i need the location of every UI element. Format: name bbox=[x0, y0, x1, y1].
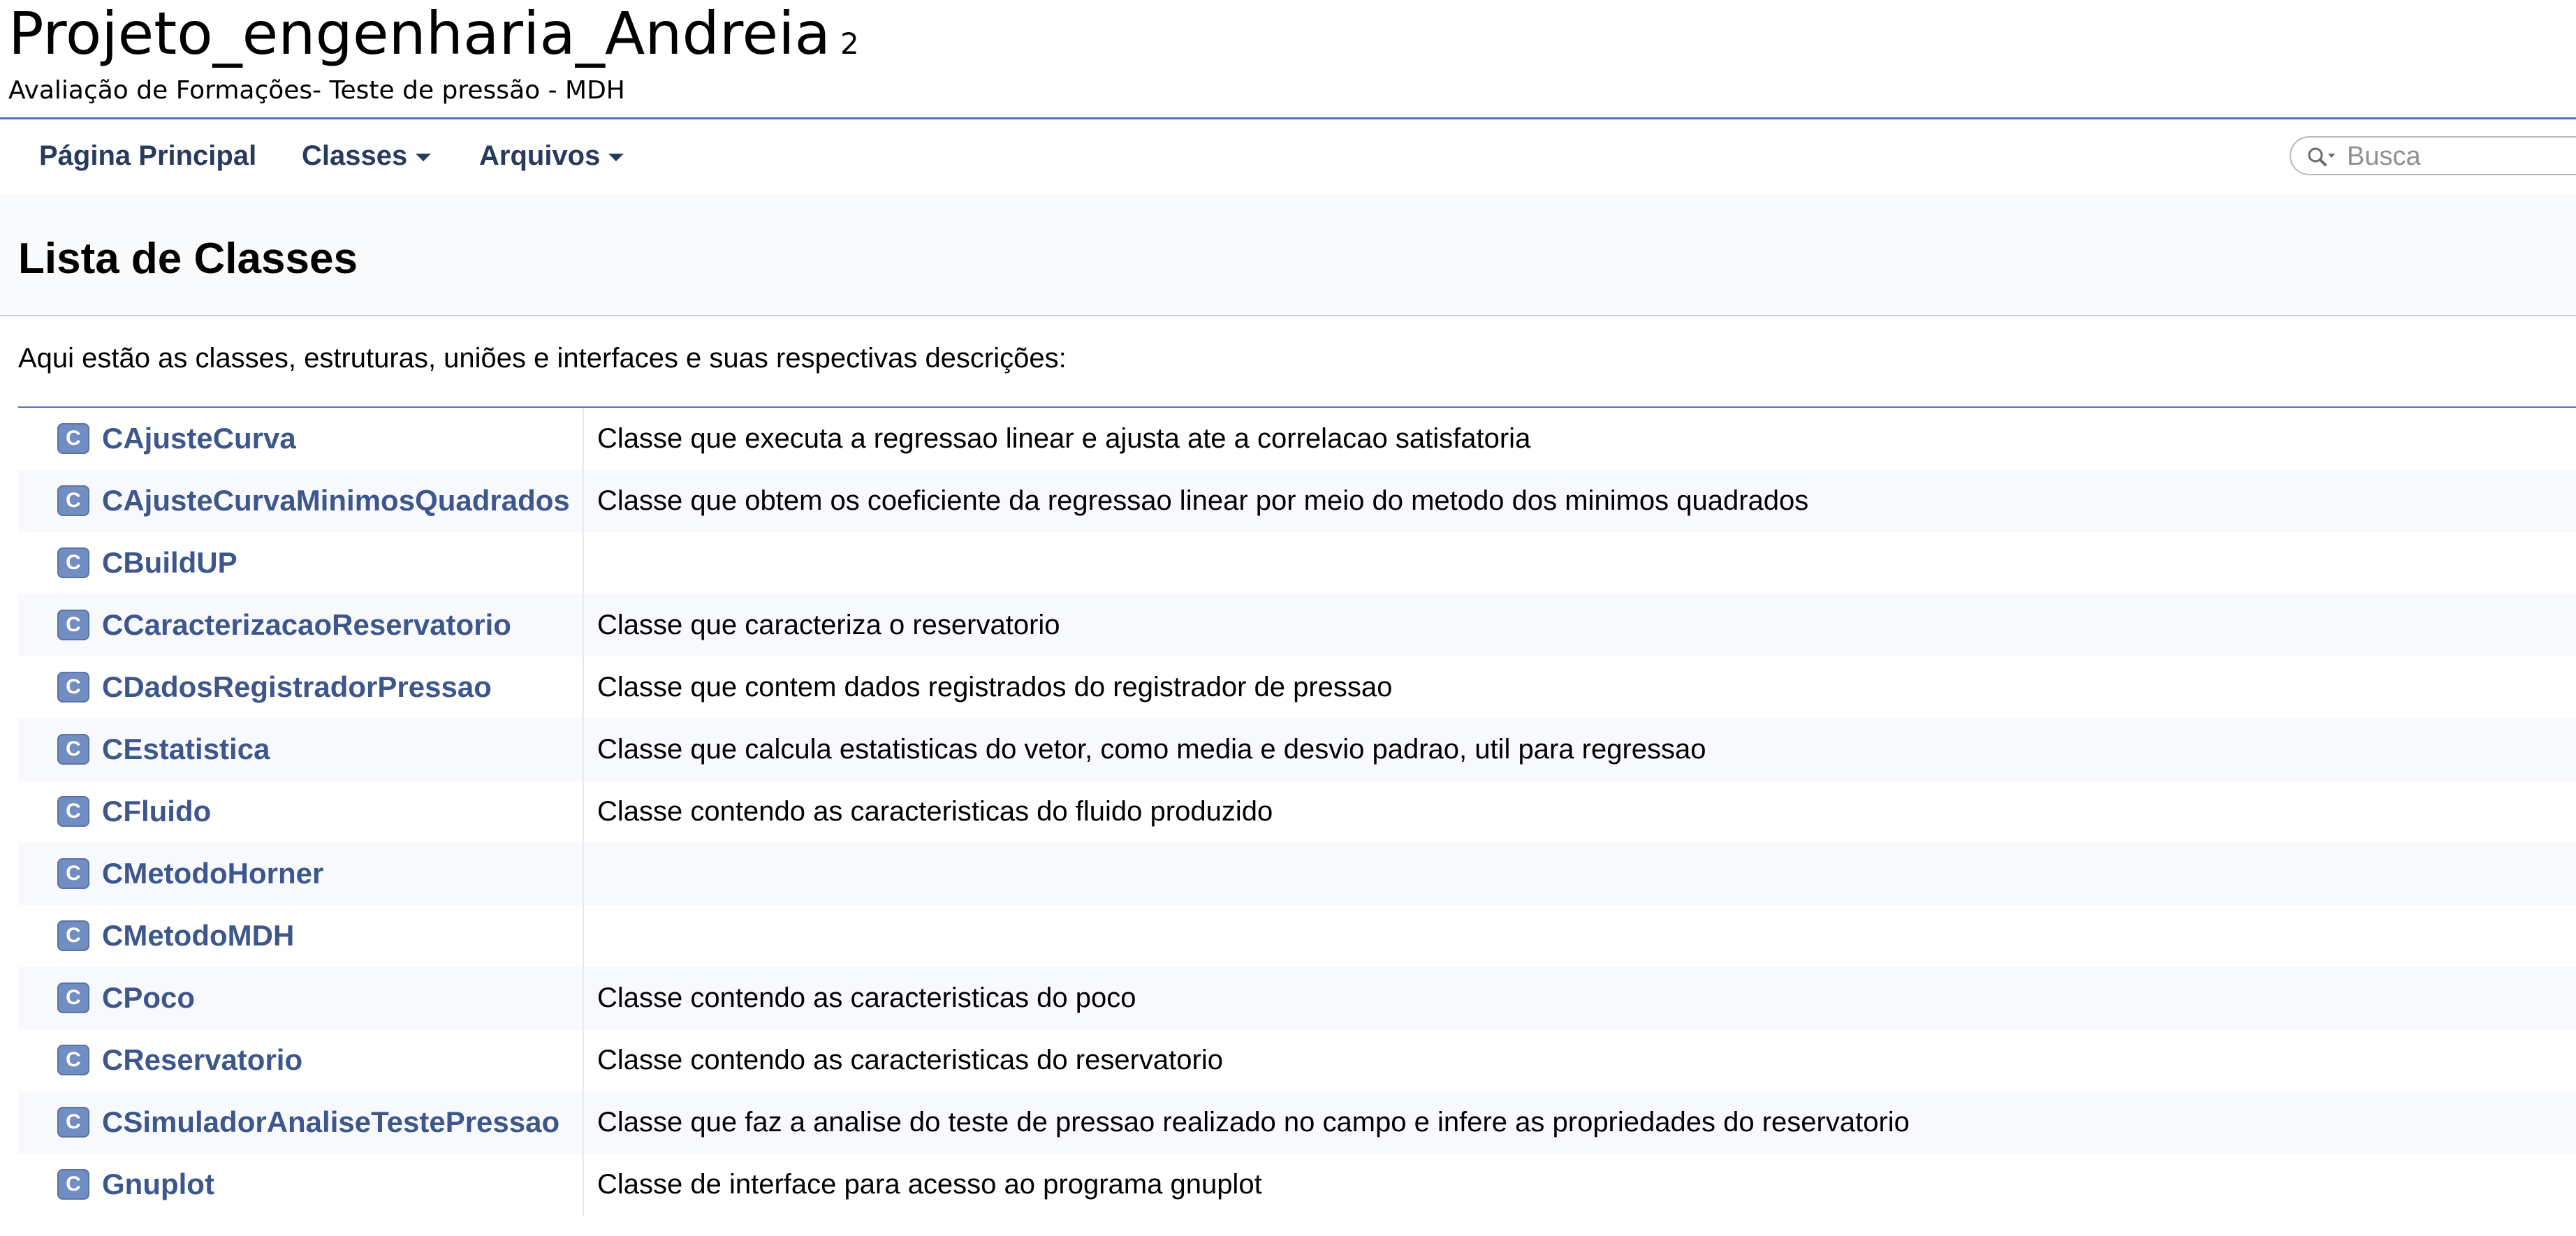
class-description: Classe contendo as caracteristicas do re… bbox=[597, 1045, 1223, 1075]
column-divider bbox=[583, 594, 584, 656]
class-icon: C bbox=[57, 610, 89, 640]
page-title: Lista de Classes bbox=[18, 235, 358, 283]
table-row: C CMetodoMDH bbox=[18, 905, 2576, 967]
class-description: Classe que calcula estatisticas do vetor… bbox=[597, 734, 1706, 765]
title-area: Projeto_engenharia_Andreia 2 Avaliação de… bbox=[0, 0, 2576, 119]
class-icon: C bbox=[57, 734, 89, 765]
table-row: C Gnuplot Classe de interface para acesso … bbox=[18, 1154, 2576, 1216]
class-link[interactable]: CCaracterizacaoReservatorio bbox=[102, 607, 511, 643]
class-entry: C CAjusteCurvaMinimosQuadrados bbox=[18, 470, 583, 532]
main-nav: Página Principal Classes Arquivos Busca bbox=[0, 119, 2576, 193]
class-description: Classe que obtem os coeficiente da regre… bbox=[597, 485, 1809, 516]
intro-text: Aqui estão as classes, estruturas, uniõe… bbox=[18, 343, 1067, 374]
column-divider bbox=[583, 1154, 584, 1216]
column-divider bbox=[583, 408, 584, 470]
class-entry: C CFluido bbox=[18, 781, 583, 843]
class-link[interactable]: CSimuladorAnaliseTestePressao bbox=[102, 1104, 559, 1140]
class-description: Classe que contem dados registrados do r… bbox=[597, 672, 1393, 702]
class-entry: C CCaracterizacaoReservatorio bbox=[18, 594, 583, 656]
class-icon: C bbox=[57, 858, 89, 889]
search-input[interactable]: Busca bbox=[2347, 140, 2421, 172]
nav-main-page[interactable]: Página Principal bbox=[39, 138, 256, 174]
nav-files-label: Arquivos bbox=[479, 140, 601, 171]
table-row: C CAjusteCurvaMinimosQuadrados Classe que … bbox=[18, 470, 2576, 532]
table-row: C CAjusteCurva Classe que executa a regres… bbox=[18, 408, 2576, 470]
table-row: C CEstatistica Classe que calcula estatist… bbox=[18, 719, 2576, 781]
class-description: Classe contendo as caracteristicas do po… bbox=[597, 983, 1136, 1013]
class-entry: C CReservatorio bbox=[18, 1029, 583, 1091]
class-link[interactable]: CMetodoMDH bbox=[102, 918, 294, 954]
search-box[interactable]: Busca bbox=[2290, 136, 2576, 175]
class-link[interactable]: CBuildUP bbox=[102, 545, 237, 581]
class-icon: C bbox=[57, 547, 89, 578]
table-row: C CFluido Classe contendo as caracteristic… bbox=[18, 781, 2576, 843]
column-divider bbox=[583, 1091, 584, 1154]
class-description: Classe que executa a regressao linear e … bbox=[597, 423, 1531, 454]
table-row: C CReservatorio Classe contendo as caracte… bbox=[18, 1029, 2576, 1091]
column-divider bbox=[583, 470, 584, 532]
column-divider bbox=[583, 656, 584, 719]
chevron-down-icon bbox=[416, 153, 432, 161]
class-icon: C bbox=[57, 1169, 89, 1200]
nav-classes-menu[interactable]: Classes bbox=[302, 138, 432, 174]
class-icon: C bbox=[57, 672, 89, 702]
class-link[interactable]: CPoco bbox=[102, 980, 195, 1016]
class-icon: C bbox=[57, 485, 89, 516]
chevron-down-icon bbox=[608, 153, 624, 161]
class-entry: C CPoco bbox=[18, 967, 583, 1029]
class-icon: C bbox=[57, 920, 89, 951]
column-divider bbox=[583, 532, 584, 594]
table-row: C CCaracterizacaoReservatorio Classe que c… bbox=[18, 594, 2576, 656]
table-row: C CMetodoHorner bbox=[18, 843, 2576, 905]
project-number: 2 bbox=[840, 27, 859, 61]
nav-classes-label: Classes bbox=[302, 140, 408, 171]
nav-files-menu[interactable]: Arquivos bbox=[479, 138, 624, 174]
class-description: Classe de interface para acesso ao progr… bbox=[597, 1169, 1262, 1200]
column-divider bbox=[583, 905, 584, 967]
class-icon: C bbox=[57, 1045, 89, 1075]
class-entry: C CBuildUP bbox=[18, 532, 583, 594]
class-link[interactable]: CDadosRegistradorPressao bbox=[102, 669, 492, 705]
class-link[interactable]: CFluido bbox=[102, 793, 211, 830]
column-divider bbox=[583, 781, 584, 843]
search-icon[interactable] bbox=[2306, 146, 2337, 168]
class-link[interactable]: CAjusteCurva bbox=[102, 420, 296, 457]
column-divider bbox=[583, 1029, 584, 1091]
class-icon: C bbox=[57, 796, 89, 827]
class-link[interactable]: CReservatorio bbox=[102, 1042, 302, 1078]
table-row: C CSimuladorAnaliseTestePressao Classe que… bbox=[18, 1091, 2576, 1154]
class-link[interactable]: CEstatistica bbox=[102, 731, 270, 767]
project-name-text: Projeto_engenharia_Andreia bbox=[8, 0, 831, 68]
class-link[interactable]: CAjusteCurvaMinimosQuadrados bbox=[102, 483, 570, 519]
class-entry: C CMetodoMDH bbox=[18, 905, 583, 967]
class-description: Classe que caracteriza o reservatorio bbox=[597, 610, 1060, 640]
class-list-table: C CAjusteCurva Classe que executa a regres… bbox=[18, 406, 2576, 1216]
nav-main-page-label: Página Principal bbox=[39, 140, 257, 171]
class-description: Classe contendo as caracteristicas do fl… bbox=[597, 796, 1273, 827]
class-entry: C CSimuladorAnaliseTestePressao bbox=[18, 1091, 583, 1154]
column-divider bbox=[583, 719, 584, 781]
project-brief: Avaliação de Formações- Teste de pressão… bbox=[8, 76, 625, 105]
class-entry: C Gnuplot bbox=[18, 1154, 583, 1216]
class-link[interactable]: CMetodoHorner bbox=[102, 855, 323, 892]
class-icon: C bbox=[57, 423, 89, 454]
project-name: Projeto_engenharia_Andreia 2 bbox=[8, 0, 859, 78]
class-entry: C CAjusteCurva bbox=[18, 408, 583, 470]
table-row: C CPoco Classe contendo as caracteristicas… bbox=[18, 967, 2576, 1029]
class-entry: C CDadosRegistradorPressao bbox=[18, 656, 583, 719]
class-link[interactable]: Gnuplot bbox=[102, 1166, 214, 1202]
class-icon: C bbox=[57, 1107, 89, 1138]
class-icon: C bbox=[57, 983, 89, 1013]
class-description: Classe que faz a analise do teste de pre… bbox=[597, 1107, 1910, 1138]
table-row: C CDadosRegistradorPressao Classe que cont… bbox=[18, 656, 2576, 719]
column-divider bbox=[583, 967, 584, 1029]
page-header: Lista de Classes bbox=[0, 193, 2576, 316]
column-divider bbox=[583, 843, 584, 905]
class-entry: C CEstatistica bbox=[18, 719, 583, 781]
class-entry: C CMetodoHorner bbox=[18, 843, 583, 905]
table-row: C CBuildUP bbox=[18, 532, 2576, 594]
